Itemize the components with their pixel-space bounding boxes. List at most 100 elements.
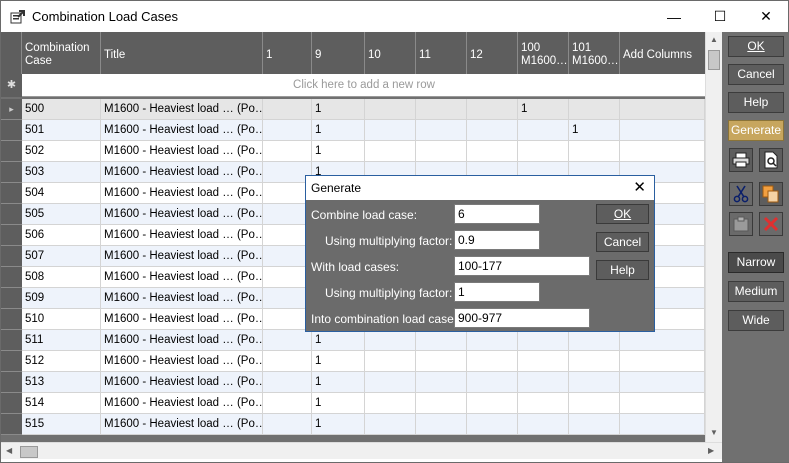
table-cell[interactable]: [416, 141, 467, 162]
table-cell[interactable]: [365, 372, 416, 393]
table-cell[interactable]: [416, 351, 467, 372]
table-cell[interactable]: M1600 - Heaviest load … (Po…: [101, 267, 263, 288]
multiplying-factor-1-input[interactable]: [454, 230, 540, 250]
vertical-scrollbar[interactable]: ▲ ▼: [705, 32, 722, 442]
table-cell[interactable]: [569, 393, 620, 414]
dialog-cancel-button[interactable]: Cancel: [596, 232, 649, 252]
row-selector[interactable]: [1, 309, 22, 330]
table-cell[interactable]: 1: [312, 141, 365, 162]
table-row[interactable]: 511 M1600 - Heaviest load … (Po… 1: [1, 330, 705, 351]
row-selector[interactable]: [1, 225, 22, 246]
horizontal-scrollbar[interactable]: ◀ ▶: [1, 442, 722, 459]
table-cell[interactable]: [263, 351, 312, 372]
add-columns-button[interactable]: Add Columns: [620, 32, 705, 74]
table-cell[interactable]: [416, 393, 467, 414]
table-cell[interactable]: 1: [312, 351, 365, 372]
table-cell[interactable]: [620, 372, 705, 393]
multiplying-factor-2-input[interactable]: [454, 282, 540, 302]
table-cell[interactable]: [263, 330, 312, 351]
table-cell[interactable]: M1600 - Heaviest load … (Po…: [101, 183, 263, 204]
table-cell[interactable]: M1600 - Heaviest load … (Po…: [101, 414, 263, 435]
horizontal-scroll-thumb[interactable]: [20, 446, 38, 458]
medium-button[interactable]: Medium: [728, 281, 784, 302]
row-selector[interactable]: [1, 351, 22, 372]
table-cell[interactable]: [365, 141, 416, 162]
row-selector[interactable]: [1, 393, 22, 414]
table-cell[interactable]: 1: [312, 414, 365, 435]
table-cell[interactable]: 1: [312, 393, 365, 414]
table-cell[interactable]: 505: [22, 204, 101, 225]
table-cell[interactable]: [569, 99, 620, 120]
table-cell[interactable]: [518, 120, 569, 141]
table-cell[interactable]: [416, 120, 467, 141]
table-cell[interactable]: 1: [312, 99, 365, 120]
table-row[interactable]: ▸ 500 M1600 - Heaviest load … (Po… 1 1: [1, 99, 705, 120]
column-header-101[interactable]: 101 M1600…: [569, 32, 620, 74]
vertical-scroll-thumb[interactable]: [708, 50, 720, 70]
table-cell[interactable]: [569, 372, 620, 393]
table-cell[interactable]: [620, 414, 705, 435]
table-cell[interactable]: 512: [22, 351, 101, 372]
column-header-10[interactable]: 10: [365, 32, 416, 74]
row-selector[interactable]: [1, 162, 22, 183]
paste-button[interactable]: [729, 212, 753, 236]
table-cell[interactable]: [467, 141, 518, 162]
table-cell[interactable]: [467, 393, 518, 414]
table-cell[interactable]: [365, 120, 416, 141]
table-cell[interactable]: [263, 141, 312, 162]
table-cell[interactable]: 504: [22, 183, 101, 204]
table-cell[interactable]: 510: [22, 309, 101, 330]
copy-button[interactable]: [759, 182, 783, 206]
column-header-12[interactable]: 12: [467, 32, 518, 74]
table-cell[interactable]: [569, 330, 620, 351]
ok-button[interactable]: OK: [728, 36, 784, 57]
table-cell[interactable]: [518, 351, 569, 372]
new-row-placeholder[interactable]: Click here to add a new row: [23, 74, 705, 96]
table-cell[interactable]: 503: [22, 162, 101, 183]
row-selector[interactable]: [1, 330, 22, 351]
table-cell[interactable]: 500: [22, 99, 101, 120]
table-cell[interactable]: [518, 393, 569, 414]
table-row[interactable]: 513 M1600 - Heaviest load … (Po… 1: [1, 372, 705, 393]
table-cell[interactable]: [467, 330, 518, 351]
table-cell[interactable]: 1: [312, 372, 365, 393]
table-cell[interactable]: M1600 - Heaviest load … (Po…: [101, 309, 263, 330]
table-cell[interactable]: [569, 414, 620, 435]
table-cell[interactable]: 501: [22, 120, 101, 141]
dialog-help-button[interactable]: Help: [596, 260, 649, 280]
column-header-title[interactable]: Title: [101, 32, 263, 74]
table-cell[interactable]: 1: [569, 120, 620, 141]
into-combination-input[interactable]: [454, 308, 590, 328]
table-cell[interactable]: M1600 - Heaviest load … (Po…: [101, 99, 263, 120]
column-header-11[interactable]: 11: [416, 32, 467, 74]
table-cell[interactable]: [467, 414, 518, 435]
table-cell[interactable]: [620, 351, 705, 372]
table-row[interactable]: 502 M1600 - Heaviest load … (Po… 1: [1, 141, 705, 162]
table-cell[interactable]: 508: [22, 267, 101, 288]
table-cell[interactable]: [569, 351, 620, 372]
cut-button[interactable]: [729, 182, 753, 206]
table-cell[interactable]: [620, 120, 705, 141]
table-cell[interactable]: 507: [22, 246, 101, 267]
table-row[interactable]: 501 M1600 - Heaviest load … (Po… 1 1: [1, 120, 705, 141]
table-cell[interactable]: [518, 372, 569, 393]
table-cell[interactable]: [263, 393, 312, 414]
table-cell[interactable]: [263, 99, 312, 120]
column-header-combination-case[interactable]: Combination Case: [22, 32, 101, 74]
row-selector[interactable]: [1, 372, 22, 393]
table-cell[interactable]: [620, 393, 705, 414]
table-cell[interactable]: M1600 - Heaviest load … (Po…: [101, 120, 263, 141]
row-selector[interactable]: [1, 288, 22, 309]
row-selector[interactable]: [1, 141, 22, 162]
wide-button[interactable]: Wide: [728, 310, 784, 331]
table-cell[interactable]: 509: [22, 288, 101, 309]
table-cell[interactable]: M1600 - Heaviest load … (Po…: [101, 204, 263, 225]
row-selector[interactable]: [1, 120, 22, 141]
table-cell[interactable]: M1600 - Heaviest load … (Po…: [101, 141, 263, 162]
table-cell[interactable]: [365, 414, 416, 435]
table-cell[interactable]: 502: [22, 141, 101, 162]
combine-load-case-input[interactable]: [454, 204, 540, 224]
table-cell[interactable]: 1: [312, 120, 365, 141]
table-row[interactable]: 515 M1600 - Heaviest load … (Po… 1: [1, 414, 705, 435]
table-cell[interactable]: 506: [22, 225, 101, 246]
